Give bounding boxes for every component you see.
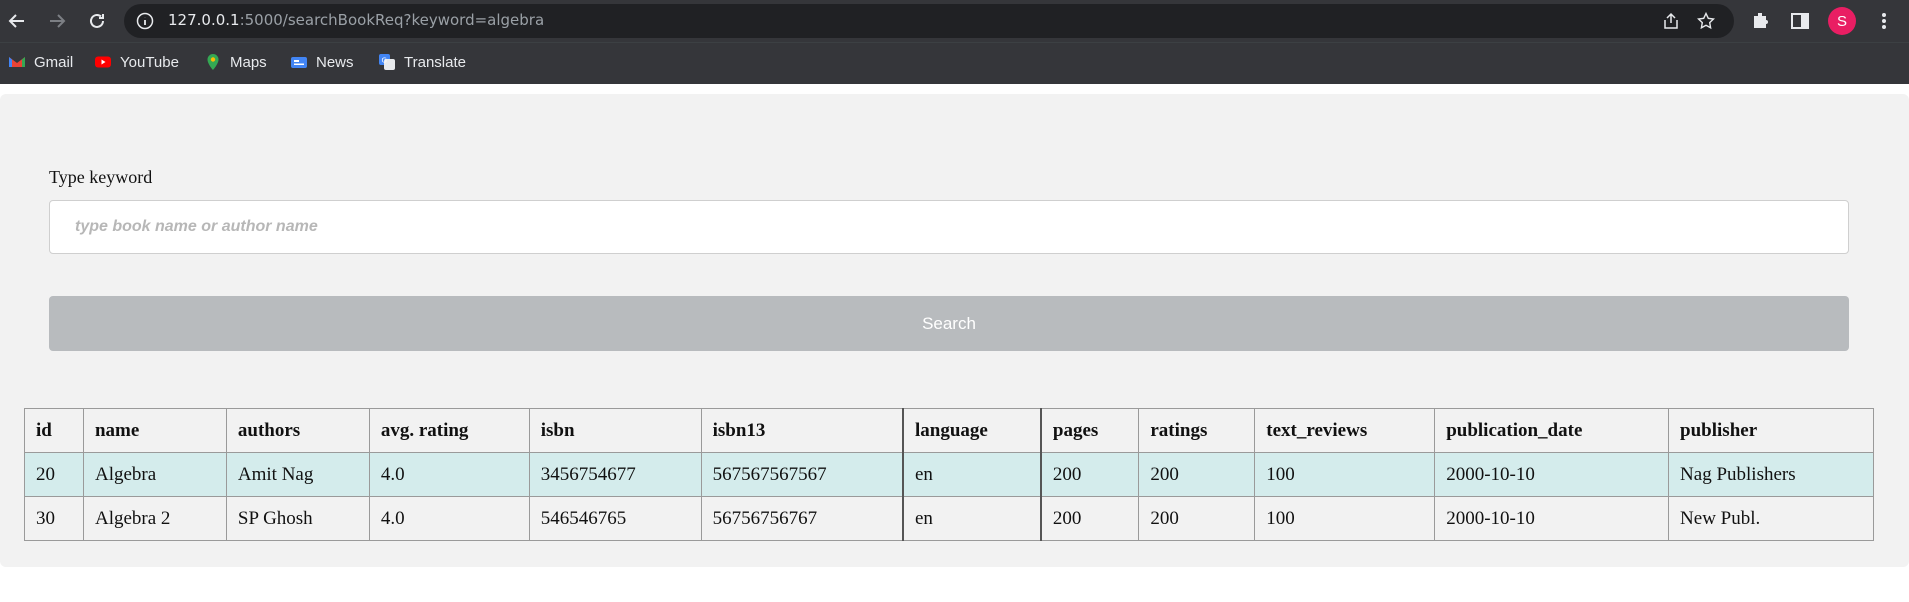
cell-publisher: Nag Publishers — [1668, 452, 1874, 497]
url-path: :5000/searchBookReq?keyword=algebra — [239, 11, 545, 29]
browser-toolbar: 127.0.0.1:5000/searchBookReq?keyword=alg… — [0, 0, 1909, 42]
header-id: id — [24, 408, 84, 453]
bookmark-label: Gmail — [34, 53, 74, 71]
cell-publication-date: 2000-10-10 — [1434, 452, 1670, 497]
table-row: 20 Algebra Amit Nag 4.0 3456754677 56756… — [24, 452, 1874, 497]
reload-button[interactable] — [84, 8, 110, 34]
cell-language: en — [902, 496, 1042, 541]
keyword-input[interactable] — [49, 200, 1849, 254]
cell-publication-date: 2000-10-10 — [1434, 496, 1670, 541]
back-button[interactable] — [4, 8, 30, 34]
cell-name: Algebra — [82, 452, 227, 497]
bookmark-label: Translate — [404, 53, 466, 71]
header-authors: authors — [225, 408, 370, 453]
cell-name: Algebra 2 — [82, 496, 227, 541]
cell-ratings: 200 — [1138, 452, 1256, 497]
avatar-letter: S — [1836, 12, 1847, 30]
header-isbn: isbn — [528, 408, 702, 453]
bookmark-youtube[interactable]: YouTube — [94, 53, 179, 71]
bookmark-translate[interactable]: G Translate — [378, 53, 466, 71]
bookmarks-bar: Gmail YouTube Maps News G Translate — [0, 42, 1909, 84]
cell-isbn13: 56756756767 — [700, 496, 904, 541]
more-menu-icon[interactable] — [1873, 10, 1895, 32]
keyword-label: Type keyword — [49, 167, 153, 187]
maps-icon — [207, 54, 219, 70]
bookmark-label: YouTube — [120, 53, 179, 71]
youtube-icon — [95, 56, 111, 68]
header-publication-date: publication_date — [1434, 408, 1670, 453]
translate-icon: G — [379, 54, 395, 70]
header-pages: pages — [1040, 408, 1140, 453]
table-header-row: id name authors avg. rating isbn isbn13 … — [24, 408, 1874, 453]
url-text[interactable]: 127.0.0.1:5000/searchBookReq?keyword=alg… — [168, 11, 544, 29]
forward-button[interactable] — [44, 8, 70, 34]
search-form-card: Type keyword Search id name authors avg.… — [0, 94, 1909, 567]
svg-text:G: G — [382, 57, 387, 65]
star-icon[interactable] — [1697, 12, 1715, 30]
bookmark-news[interactable]: News — [290, 53, 354, 71]
cell-authors: SP Ghosh — [225, 496, 370, 541]
cell-isbn13: 567567567567 — [700, 452, 904, 497]
cell-text-reviews: 100 — [1254, 496, 1436, 541]
share-icon[interactable] — [1662, 12, 1680, 30]
header-avg-rating: avg. rating — [368, 408, 530, 453]
url-host: 127.0.0.1 — [168, 11, 240, 29]
header-publisher: publisher — [1668, 408, 1874, 453]
header-name: name — [82, 408, 227, 453]
arrow-right-icon — [50, 14, 66, 28]
cell-text-reviews: 100 — [1254, 452, 1436, 497]
address-bar[interactable]: 127.0.0.1:5000/searchBookReq?keyword=alg… — [124, 4, 1734, 38]
header-language: language — [902, 408, 1042, 453]
arrow-left-icon — [8, 14, 24, 28]
cell-pages: 200 — [1040, 496, 1140, 541]
cell-avg-rating: 4.0 — [368, 452, 530, 497]
cell-pages: 200 — [1040, 452, 1140, 497]
bookmark-label: Maps — [230, 53, 267, 71]
cell-avg-rating: 4.0 — [368, 496, 530, 541]
news-icon — [291, 57, 307, 68]
results-table: id name authors avg. rating isbn isbn13 … — [24, 408, 1874, 541]
cell-isbn: 3456754677 — [528, 452, 702, 497]
bookmark-label: News — [316, 53, 354, 71]
reload-icon — [90, 13, 104, 28]
gmail-icon — [9, 57, 25, 67]
cell-id: 20 — [24, 452, 84, 497]
bookmark-gmail[interactable]: Gmail — [8, 53, 73, 71]
browser-chrome: 127.0.0.1:5000/searchBookReq?keyword=alg… — [0, 0, 1909, 84]
search-button[interactable]: Search — [49, 296, 1849, 351]
bookmark-maps[interactable]: Maps — [204, 53, 267, 71]
info-icon[interactable] — [136, 12, 154, 30]
header-ratings: ratings — [1138, 408, 1256, 453]
cell-isbn: 546546765 — [528, 496, 702, 541]
profile-avatar[interactable]: S — [1828, 7, 1856, 35]
header-text-reviews: text_reviews — [1254, 408, 1436, 453]
cell-ratings: 200 — [1138, 496, 1256, 541]
cell-publisher: New Publ. — [1668, 496, 1874, 541]
cell-language: en — [902, 452, 1042, 497]
cell-id: 30 — [24, 496, 84, 541]
header-isbn13: isbn13 — [700, 408, 904, 453]
extensions-icon[interactable] — [1750, 10, 1772, 32]
cell-authors: Amit Nag — [225, 452, 370, 497]
side-panel-icon[interactable] — [1789, 10, 1811, 32]
table-row: 30 Algebra 2 SP Ghosh 4.0 546546765 5675… — [24, 496, 1874, 541]
